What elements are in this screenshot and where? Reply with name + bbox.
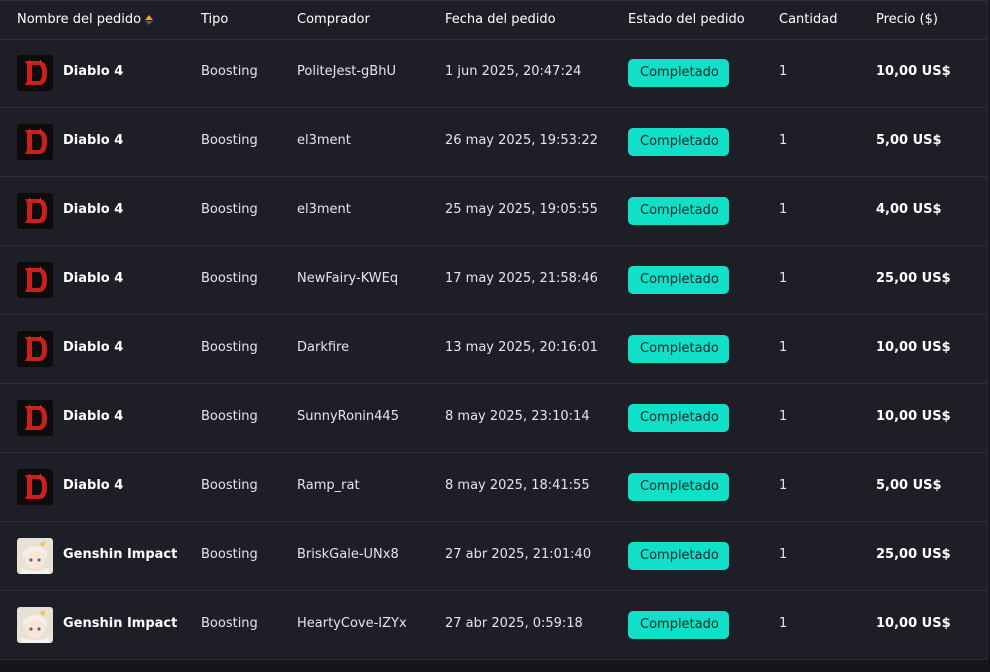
order-date: 8 may 2025, 23:10:14 [445,409,590,424]
genshin-icon [17,607,53,643]
order-date: 13 may 2025, 20:16:01 [445,340,598,355]
game-name[interactable]: Diablo 4 [63,409,123,424]
order-date: 26 may 2025, 19:53:22 [445,133,598,148]
column-header-type[interactable]: Tipo [201,12,228,27]
order-type: Boosting [201,547,258,562]
status-badge: Completado [628,542,729,570]
column-header-price[interactable]: Precio ($) [876,12,938,27]
table-row[interactable]: Diablo 4 Boosting el3ment 26 may 2025, 1… [0,108,987,177]
column-header-date[interactable]: Fecha del pedido [445,12,556,27]
order-date: 1 jun 2025, 20:47:24 [445,64,582,79]
order-quantity: 1 [779,478,788,493]
table-body: Diablo 4 Boosting PoliteJest-gBhU 1 jun … [0,39,987,660]
order-quantity: 1 [779,133,788,148]
order-date: 25 may 2025, 19:05:55 [445,202,598,217]
buyer-name: SunnyRonin445 [297,409,399,424]
game-name[interactable]: Diablo 4 [63,478,123,493]
order-quantity: 1 [779,202,788,217]
buyer-name: el3ment [297,133,351,148]
table-row[interactable]: Diablo 4 Boosting el3ment 25 may 2025, 1… [0,177,987,246]
order-type: Boosting [201,64,258,79]
order-quantity: 1 [779,616,788,631]
diablo-icon [17,193,53,229]
buyer-name: Ramp_rat [297,478,360,493]
game-name[interactable]: Genshin Impact [63,547,177,562]
table-row[interactable]: Diablo 4 Boosting PoliteJest-gBhU 1 jun … [0,39,987,108]
order-price: 4,00 US$ [876,202,942,217]
order-price: 25,00 US$ [876,547,951,562]
order-quantity: 1 [779,271,788,286]
buyer-name: NewFairy-KWEq [297,271,399,286]
order-quantity: 1 [779,340,788,355]
sort-ascending-icon[interactable] [145,14,153,26]
order-date: 27 abr 2025, 21:01:40 [445,547,592,562]
table-row[interactable]: Genshin Impact Boosting BriskGale-UNx8 2… [0,522,987,591]
diablo-icon [17,262,53,298]
order-price: 10,00 US$ [876,409,951,424]
order-price: 5,00 US$ [876,478,942,493]
order-quantity: 1 [779,409,788,424]
order-type: Boosting [201,478,258,493]
game-name[interactable]: Diablo 4 [63,271,123,286]
order-type: Boosting [201,616,258,631]
diablo-icon [17,400,53,436]
game-name[interactable]: Diablo 4 [63,202,123,217]
table-row[interactable]: Genshin Impact Boosting HeartyCove-IZYx … [0,591,987,660]
buyer-name: PoliteJest-gBhU [297,64,396,79]
status-badge: Completado [628,404,729,432]
order-type: Boosting [201,271,258,286]
status-badge: Completado [628,335,729,363]
table-row[interactable]: Diablo 4 Boosting Darkfire 13 may 2025, … [0,315,987,384]
order-date: 8 may 2025, 18:41:55 [445,478,590,493]
game-name[interactable]: Genshin Impact [63,616,177,631]
order-date: 17 may 2025, 21:58:46 [445,271,598,286]
order-type: Boosting [201,133,258,148]
column-header-status[interactable]: Estado del pedido [628,12,745,27]
column-header-buyer[interactable]: Comprador [297,12,370,27]
diablo-icon [17,469,53,505]
buyer-name: el3ment [297,202,351,217]
order-price: 25,00 US$ [876,271,951,286]
buyer-name: HeartyCove-IZYx [297,616,407,631]
table-row[interactable]: Diablo 4 Boosting NewFairy-KWEq 17 may 2… [0,246,987,315]
table-header: Nombre del pedido Tipo Comprador Fecha d… [0,1,987,40]
diablo-icon [17,331,53,367]
orders-table: Nombre del pedido Tipo Comprador Fecha d… [0,0,988,660]
order-price: 10,00 US$ [876,64,951,79]
column-header-name[interactable]: Nombre del pedido [17,12,141,27]
status-badge: Completado [628,128,729,156]
status-badge: Completado [628,59,729,87]
buyer-name: BriskGale-UNx8 [297,547,399,562]
status-badge: Completado [628,473,729,501]
order-type: Boosting [201,340,258,355]
page-bottom [0,660,990,672]
order-quantity: 1 [779,64,788,79]
order-price: 10,00 US$ [876,616,951,631]
order-quantity: 1 [779,547,788,562]
order-date: 27 abr 2025, 0:59:18 [445,616,583,631]
game-name[interactable]: Diablo 4 [63,340,123,355]
order-price: 5,00 US$ [876,133,942,148]
status-badge: Completado [628,197,729,225]
status-badge: Completado [628,611,729,639]
diablo-icon [17,124,53,160]
table-row[interactable]: Diablo 4 Boosting Ramp_rat 8 may 2025, 1… [0,453,987,522]
order-type: Boosting [201,202,258,217]
order-price: 10,00 US$ [876,340,951,355]
status-badge: Completado [628,266,729,294]
table-row[interactable]: Diablo 4 Boosting SunnyRonin445 8 may 20… [0,384,987,453]
diablo-icon [17,55,53,91]
column-header-quantity[interactable]: Cantidad [779,12,837,27]
game-name[interactable]: Diablo 4 [63,64,123,79]
game-name[interactable]: Diablo 4 [63,133,123,148]
order-type: Boosting [201,409,258,424]
buyer-name: Darkfire [297,340,350,355]
genshin-icon [17,538,53,574]
